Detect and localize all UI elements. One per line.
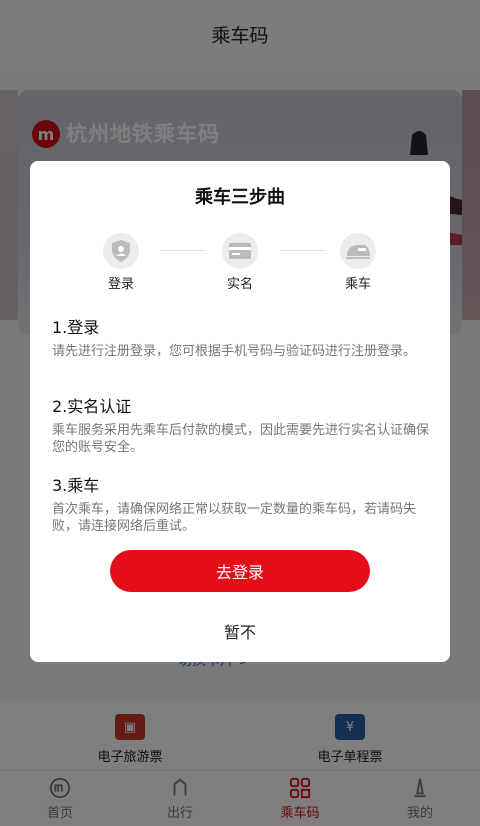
section-body-real-name: 乘车服务采用先乘车后付款的模式，因此需要先进行实名认证确保您的账号安全。: [52, 423, 430, 455]
step-ride: 乘车: [328, 233, 388, 292]
ride-steps-dialog: 乘车三步曲 登录 实名 乘车 1.登录 请先进行注册登录，您可根据手机号码与验证…: [30, 161, 450, 662]
step-login: 登录: [91, 233, 151, 292]
step-real-name: 实名: [210, 233, 270, 292]
step-real-name-label: 实名: [226, 277, 253, 292]
steps-indicator: 登录 实名 乘车: [30, 233, 450, 293]
section-title-login: 1.登录: [52, 318, 100, 337]
id-card-icon: [222, 233, 258, 269]
train-icon: [340, 233, 376, 269]
step-ride-label: 乘车: [344, 277, 371, 292]
go-login-button[interactable]: 去登录: [110, 550, 370, 592]
section-body-login: 请先进行注册登录，您可根据手机号码与验证码进行注册登录。: [52, 344, 417, 359]
dialog-title: 乘车三步曲: [195, 187, 285, 208]
section-body-ride: 首次乘车，请确保网络正常以获取一定数量的乘车码，若请码失败，请连接网络后重试。: [52, 502, 417, 534]
step-login-label: 登录: [107, 277, 134, 292]
not-now-button[interactable]: 暂不: [30, 619, 450, 643]
step-connector: [280, 250, 326, 251]
section-title-ride: 3.乘车: [52, 476, 100, 495]
section-title-real-name: 2.实名认证: [52, 397, 132, 416]
shield-user-icon: [103, 233, 139, 269]
step-connector: [160, 250, 206, 251]
